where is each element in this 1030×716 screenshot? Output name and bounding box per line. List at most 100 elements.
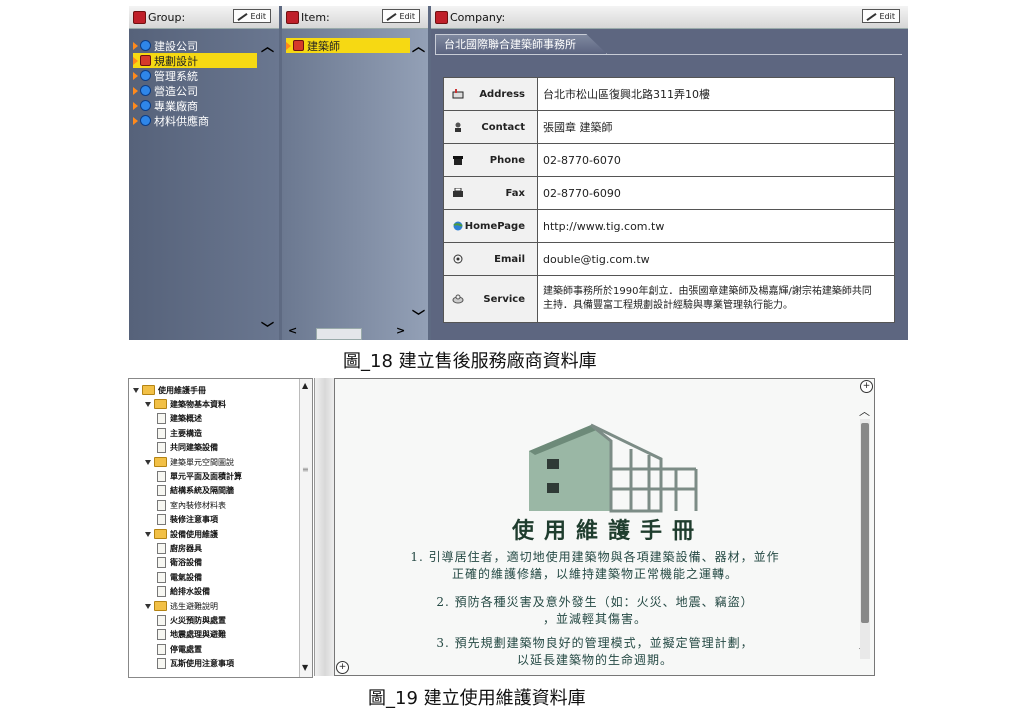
toc-page-item[interactable]: 廚房器具	[157, 541, 202, 555]
toc-page-item[interactable]: 衛浴設備	[157, 556, 202, 570]
expand-arrow-icon[interactable]	[133, 86, 138, 95]
scroll-down-icon[interactable]: ▼	[302, 663, 308, 672]
toc-item-label: 裝修注意事項	[170, 515, 218, 525]
globe-dot-icon	[140, 100, 151, 111]
info-row-contact: Contact 張國章 建築師	[443, 110, 895, 144]
pane-splitter[interactable]	[314, 378, 336, 676]
viewer-scrollbar[interactable]	[860, 419, 870, 659]
toc-page-item[interactable]: 結構系統及隔間牆	[157, 484, 234, 498]
collapse-triangle-icon[interactable]	[145, 531, 151, 537]
toc-folder-item[interactable]: 建築物基本資料	[145, 397, 226, 411]
toc-item-label: 結構系統及隔間牆	[170, 486, 234, 496]
scrollbar-thumb[interactable]	[861, 423, 869, 623]
group-node[interactable]: 建設公司	[133, 38, 257, 53]
info-label: Address	[443, 77, 538, 111]
group-node[interactable]: 材料供應商	[133, 113, 257, 128]
item-edit-button[interactable]: Edit	[382, 9, 420, 23]
toc-page-item[interactable]: 電氣設備	[157, 570, 202, 584]
expand-arrow-icon[interactable]	[133, 56, 138, 65]
scroll-up-icon[interactable]: ▲	[302, 381, 308, 390]
toc-page-item[interactable]: 主要構造	[157, 426, 202, 440]
toc-folder-item[interactable]: 建築單元空間圖說	[145, 455, 234, 469]
info-value: 台北市松山區復興北路311弄10樓	[537, 77, 895, 111]
toc-page-item[interactable]: 火災預防與處置	[157, 613, 226, 627]
scroll-down-icon[interactable]: ﹀	[261, 318, 274, 337]
scroll-up-icon[interactable]: ︿	[261, 36, 274, 55]
pencil-icon	[386, 13, 397, 21]
group-node[interactable]: 營造公司	[133, 83, 257, 98]
manual-viewer: + + ︿ ﹀ 使用維護手冊 1. 引導居住者，適切地使用建築物與各項建築設備、…	[334, 378, 875, 676]
item-node-selected[interactable]: 建築師	[286, 38, 410, 53]
group-node[interactable]: 專業廠商	[133, 98, 257, 113]
toc-item-label: 給排水設備	[170, 587, 210, 597]
item-pane: Item: Edit 建築師 ︿ ﹀ < >	[282, 6, 428, 340]
figure-19-screenshot: ▲ ≡ ▼ 使用維護手冊 建築物基本資料 建築概述 主要構造 共同建築設備 建築單元空間圖…	[128, 378, 875, 678]
group-edit-button[interactable]: Edit	[233, 9, 271, 23]
info-value[interactable]: http://www.tig.com.tw	[537, 209, 895, 243]
expand-arrow-icon[interactable]	[133, 71, 138, 80]
folder-icon	[154, 601, 167, 611]
group-node-selected[interactable]: 規劃設計	[133, 53, 257, 68]
zoom-in-icon[interactable]: +	[336, 661, 349, 674]
collapse-triangle-icon[interactable]	[133, 387, 139, 393]
company-name-tab[interactable]: 台北國際聯合建築師事務所	[435, 34, 607, 54]
toc-page-item[interactable]: 瓦斯使用注意事項	[157, 657, 234, 671]
gift-icon	[293, 40, 304, 51]
folder-icon	[154, 399, 167, 410]
figure-19-caption: 圖_19 建立使用維護資料庫	[368, 688, 586, 709]
expand-arrow-icon[interactable]	[133, 41, 138, 50]
page-icon	[157, 442, 166, 454]
expand-arrow-icon[interactable]	[133, 116, 138, 125]
company-edit-button[interactable]: Edit	[862, 9, 900, 23]
toc-page-item[interactable]: 地震處理與避難	[157, 628, 226, 642]
info-value: 建築師事務所於1990年創立．由張國章建築師及楊嘉輝/謝宗祐建築師共同 主持．具備…	[537, 275, 895, 323]
collapse-triangle-icon[interactable]	[145, 401, 151, 407]
gift-icon	[435, 10, 448, 24]
toc-page-item[interactable]: 停電處置	[157, 642, 202, 656]
toc-item-label: 設備使用維護	[170, 529, 218, 539]
toc-page-item[interactable]: 給排水設備	[157, 585, 210, 599]
scroll-up-icon[interactable]: ︿	[412, 36, 425, 55]
info-value[interactable]: double@tig.com.tw	[537, 242, 895, 276]
folder-icon	[154, 529, 167, 539]
page-icon	[157, 629, 166, 641]
toc-folder-item[interactable]: 使用維護手冊	[133, 383, 206, 397]
toc-page-item[interactable]: 室內裝修材料表	[157, 498, 226, 512]
info-value: 張國章 建築師	[537, 110, 895, 144]
toc-page-item[interactable]: 單元平面及面積計算	[157, 469, 242, 483]
horizontal-scrollbar[interactable]: < >	[288, 324, 410, 340]
scroll-down-icon[interactable]: ﹀	[412, 306, 425, 325]
info-row-homepage: HomePage http://www.tig.com.tw	[443, 209, 895, 243]
gift-icon	[133, 10, 146, 24]
page-icon	[157, 614, 166, 626]
group-node[interactable]: 管理系統	[133, 68, 257, 83]
group-pane-title: Group:	[148, 10, 186, 24]
expand-arrow-icon[interactable]	[133, 101, 138, 110]
toc-folder-item[interactable]: 逃生避難說明	[145, 599, 218, 613]
toc-page-item[interactable]: 建築概述	[157, 412, 202, 426]
scroll-grip-icon[interactable]: ≡	[302, 465, 309, 474]
info-label: HomePage	[443, 209, 538, 243]
page-icon	[157, 557, 166, 569]
group-pane: Group: Edit 建設公司 規劃設計 管理系統 營造公司 專業廠商 材料供…	[129, 6, 279, 340]
globe-dot-icon	[140, 40, 151, 51]
scroll-up-icon[interactable]: ︿	[859, 403, 870, 419]
toc-folder-item[interactable]: 設備使用維護	[145, 527, 218, 541]
info-label: Service	[443, 275, 538, 323]
expand-arrow-icon[interactable]	[286, 41, 291, 50]
toc-page-item[interactable]: 共同建築設備	[157, 441, 218, 455]
collapse-triangle-icon[interactable]	[145, 459, 151, 465]
zoom-in-icon[interactable]: +	[860, 380, 873, 393]
scrollbar-thumb[interactable]	[316, 328, 362, 340]
info-row-email: Email double@tig.com.tw	[443, 242, 895, 276]
toc-item-label: 火災預防與處置	[170, 615, 226, 625]
toc-page-item[interactable]: 裝修注意事項	[157, 513, 218, 527]
scroll-right-icon[interactable]: >	[396, 324, 405, 337]
globe-dot-icon	[140, 115, 151, 126]
toc-scrollbar[interactable]: ▲ ≡ ▼	[299, 379, 312, 677]
info-value: 02-8770-6090	[537, 176, 895, 210]
company-pane-title: Company:	[450, 10, 506, 24]
collapse-triangle-icon[interactable]	[145, 603, 151, 609]
scroll-left-icon[interactable]: <	[288, 324, 297, 337]
company-pane: Company: Edit 台北國際聯合建築師事務所 Address 台北市松山…	[431, 6, 908, 340]
